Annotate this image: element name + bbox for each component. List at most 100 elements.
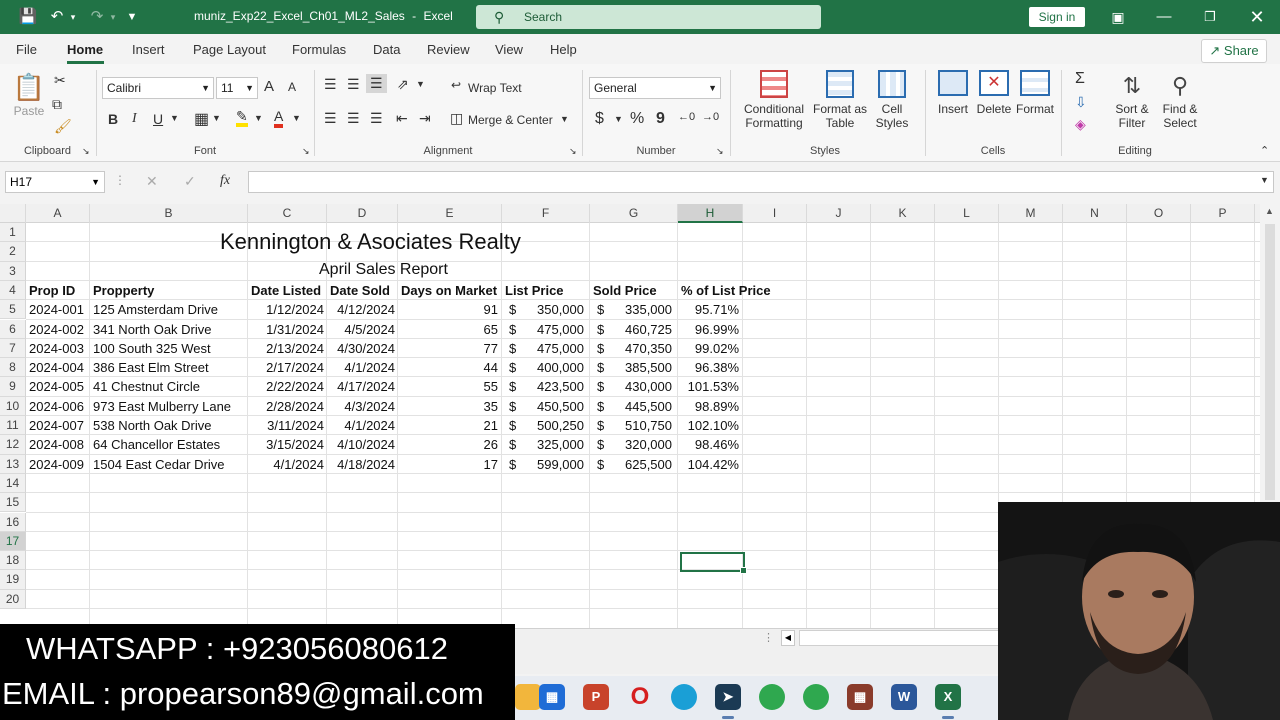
cell-list-price[interactable]: 450,500 (502, 399, 584, 414)
tab-view[interactable]: View (495, 42, 523, 57)
active-cell-h17[interactable] (680, 552, 747, 574)
align-center-icon[interactable]: ☰ (347, 110, 360, 127)
opera-icon[interactable]: O (627, 684, 653, 710)
paste-button[interactable]: 📋 Paste (12, 70, 46, 126)
name-box[interactable]: H17 ▼ (5, 171, 105, 193)
cell-sold-price[interactable]: 335,000 (590, 302, 672, 317)
sign-in-button[interactable]: Sign in (1029, 7, 1085, 27)
cell-date-listed[interactable]: 4/1/2024 (248, 457, 324, 472)
cell-days-on-market[interactable]: 55 (398, 379, 498, 394)
cell-days-on-market[interactable]: 77 (398, 341, 498, 356)
collapse-ribbon-icon[interactable]: ⌃ (1260, 144, 1269, 157)
cell-pct-list-price[interactable]: 95.71% (678, 302, 739, 317)
cell-sold-price[interactable]: 625,500 (590, 457, 672, 472)
cell-days-on-market[interactable]: 17 (398, 457, 498, 472)
cell-date-sold[interactable]: 4/18/2024 (327, 457, 395, 472)
tab-data[interactable]: Data (373, 42, 400, 57)
header-cell[interactable]: Date Sold (330, 283, 390, 298)
merge-center-button[interactable]: Merge & Center (468, 113, 553, 127)
cell-sold-price[interactable]: 385,500 (590, 360, 672, 375)
cell-property[interactable]: 538 North Oak Drive (93, 418, 212, 433)
save-icon[interactable]: 💾 (18, 0, 38, 34)
row-header-8[interactable]: 8 (0, 358, 26, 378)
tab-formulas[interactable]: Formulas (292, 42, 346, 57)
column-header-b[interactable]: B (90, 204, 248, 223)
fill-icon[interactable]: ⇩ (1075, 94, 1087, 111)
row-header-6[interactable]: 6 (0, 319, 26, 339)
excel-icon[interactable]: X (935, 684, 961, 710)
chevron-down-icon[interactable]: ▼ (170, 113, 179, 123)
sort-filter-button[interactable]: ⇅ Sort & Filter (1109, 70, 1155, 130)
redo-icon[interactable]: ↷ (86, 0, 108, 34)
row-header-7[interactable]: 7 (0, 338, 26, 359)
header-cell[interactable]: Sold Price (593, 283, 657, 298)
chevron-down-icon[interactable]: ▼ (292, 113, 301, 123)
cell-date-sold[interactable]: 4/3/2024 (327, 399, 395, 414)
word-icon[interactable]: W (891, 684, 917, 710)
column-header-k[interactable]: K (871, 204, 935, 223)
row-header-2[interactable]: 2 (0, 242, 26, 262)
comma-style-icon[interactable]: 9 (656, 110, 665, 128)
column-header-e[interactable]: E (398, 204, 502, 223)
row-header-17[interactable]: 17 (0, 531, 26, 552)
cell-date-listed[interactable]: 2/28/2024 (248, 399, 324, 414)
clipboard-launcher-icon[interactable]: ↘ (82, 146, 90, 157)
font-launcher-icon[interactable]: ↘ (302, 146, 310, 157)
cell-date-sold[interactable]: 4/10/2024 (327, 437, 395, 452)
column-header-a[interactable]: A (26, 204, 90, 223)
cell-date-listed[interactable]: 2/17/2024 (248, 360, 324, 375)
row-header-11[interactable]: 11 (0, 416, 26, 436)
cell-property[interactable]: 973 East Mulberry Lane (93, 399, 231, 414)
search-box[interactable]: ⚲ Search (476, 5, 821, 29)
chrome-profile-icon[interactable] (803, 684, 829, 710)
vertical-scrollbar[interactable]: ▲ (1260, 204, 1280, 504)
autosum-icon[interactable]: Σ (1075, 70, 1085, 88)
chrome-icon[interactable] (759, 684, 785, 710)
cell-pct-list-price[interactable]: 98.89% (678, 399, 739, 414)
cell-date-listed[interactable]: 2/22/2024 (248, 379, 324, 394)
font-size-select[interactable]: 11 ▼ (216, 77, 258, 99)
conditional-formatting-button[interactable]: Conditional Formatting (738, 70, 810, 130)
row-header-1[interactable]: 1 (0, 223, 26, 243)
row-header-14[interactable]: 14 (0, 473, 26, 494)
row-header-9[interactable]: 9 (0, 377, 26, 397)
cell-date-listed[interactable]: 3/15/2024 (248, 437, 324, 452)
select-all-corner[interactable] (0, 204, 26, 223)
cut-icon[interactable]: ✂ (54, 72, 66, 89)
decrease-decimal-icon[interactable]: →0 (702, 111, 719, 123)
cell-prop-id[interactable]: 2024-004 (29, 360, 84, 375)
scroll-left-icon[interactable]: ◀ (781, 630, 795, 646)
column-header-h[interactable]: H (678, 204, 743, 223)
number-launcher-icon[interactable]: ↘ (716, 146, 724, 157)
delete-cells-button[interactable]: ✕ Delete (975, 70, 1013, 116)
accounting-format-icon[interactable]: $ (595, 110, 604, 128)
tab-help[interactable]: Help (550, 42, 577, 57)
italic-button[interactable]: I (132, 111, 137, 127)
cell-list-price[interactable]: 500,250 (502, 418, 584, 433)
row-header-15[interactable]: 15 (0, 493, 26, 513)
cell-prop-id[interactable]: 2024-009 (29, 457, 84, 472)
cell-date-sold[interactable]: 4/30/2024 (327, 341, 395, 356)
cell-days-on-market[interactable]: 26 (398, 437, 498, 452)
cell-date-sold[interactable]: 4/17/2024 (327, 379, 395, 394)
format-as-table-button[interactable]: Format as Table (812, 70, 868, 130)
cell-list-price[interactable]: 350,000 (502, 302, 584, 317)
tab-review[interactable]: Review (427, 42, 470, 57)
cell-property[interactable]: 100 South 325 West (93, 341, 211, 356)
cancel-icon[interactable]: ✕ (146, 173, 158, 190)
format-cells-button[interactable]: Format (1015, 70, 1055, 116)
cell-list-price[interactable]: 400,000 (502, 360, 584, 375)
font-name-select[interactable]: Calibri ▼ (102, 77, 214, 99)
cell-list-price[interactable]: 475,000 (502, 322, 584, 337)
header-cell[interactable]: Propperty (93, 283, 154, 298)
redo-dropdown-icon[interactable]: ▾ (108, 0, 118, 34)
cell-prop-id[interactable]: 2024-003 (29, 341, 84, 356)
cell-date-sold[interactable]: 4/1/2024 (327, 360, 395, 375)
cell-prop-id[interactable]: 2024-005 (29, 379, 84, 394)
increase-indent-icon[interactable]: ⇥ (419, 110, 431, 127)
file-explorer-icon[interactable] (515, 684, 541, 710)
app-icon[interactable]: ➤ (715, 684, 741, 710)
row-header-13[interactable]: 13 (0, 454, 26, 474)
column-header-c[interactable]: C (248, 204, 327, 223)
alignment-launcher-icon[interactable]: ↘ (569, 146, 577, 157)
